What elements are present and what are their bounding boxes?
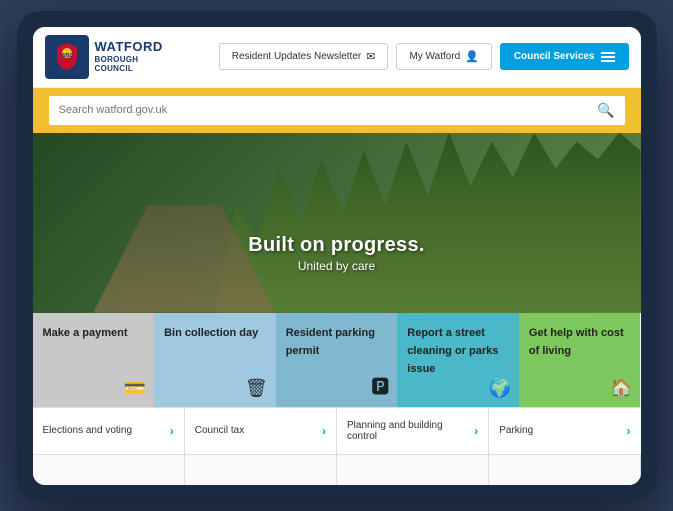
tile-street-label: Report a street cleaning or parks issue: [407, 327, 498, 375]
tile-bin[interactable]: Bin collection day 🗑: [154, 313, 276, 407]
tile-bin-label: Bin collection day: [164, 327, 258, 339]
logo-borough: BOROUGHCOUNCIL: [95, 55, 163, 74]
hero-subtitle: United by care: [248, 259, 425, 273]
search-icon[interactable]: 🔍: [597, 102, 614, 119]
tile-payment[interactable]: Make a payment 💳: [33, 313, 155, 407]
cost-icon: 🏠: [610, 378, 632, 399]
link-council-tax[interactable]: Council tax ›: [185, 408, 337, 454]
hero-background: [33, 133, 641, 313]
link-parking[interactable]: Parking ›: [489, 408, 640, 454]
planning-chevron-icon: ›: [474, 424, 478, 438]
newsletter-button[interactable]: Resident Updates Newsletter ✉: [219, 43, 389, 70]
my-watford-label: My Watford: [409, 51, 460, 62]
planning-label: Planning and building control: [347, 420, 474, 442]
bottom-link-2a: [33, 455, 185, 485]
newsletter-label: Resident Updates Newsletter: [232, 51, 362, 62]
screen: WBC WATFORD BOROUGHCOUNCIL Resident Upda…: [33, 27, 641, 485]
street-icon: 🌍: [488, 378, 510, 399]
bottom-links-2: [33, 454, 641, 485]
tile-cost-label: Get help with cost of living: [529, 327, 624, 357]
bin-icon: 🗑: [245, 378, 268, 399]
device-frame: WBC WATFORD BOROUGHCOUNCIL Resident Upda…: [17, 11, 657, 501]
hero-title: Built on progress.: [248, 234, 425, 257]
bottom-link-2c: [337, 455, 489, 485]
hero-overlay: [33, 133, 641, 313]
parking-icon: 🅿: [371, 373, 389, 399]
search-input-wrap: 🔍: [49, 96, 625, 125]
council-tax-chevron-icon: ›: [322, 424, 326, 438]
tiles-row: Make a payment 💳 Bin collection day 🗑 Re…: [33, 313, 641, 407]
hero-section: Built on progress. United by care: [33, 133, 641, 313]
header: WBC WATFORD BOROUGHCOUNCIL Resident Upda…: [33, 27, 641, 88]
bottom-links: Elections and voting › Council tax › Pla…: [33, 407, 641, 454]
council-services-label: Council Services: [514, 51, 595, 62]
logo-text: WATFORD BOROUGHCOUNCIL: [95, 39, 163, 74]
bottom-link-2d: [489, 455, 641, 485]
tile-cost[interactable]: Get help with cost of living 🏠: [519, 313, 641, 407]
email-icon: ✉: [366, 50, 375, 63]
elections-chevron-icon: ›: [170, 424, 174, 438]
my-watford-button[interactable]: My Watford 👤: [396, 43, 491, 70]
hamburger-icon: [601, 52, 615, 62]
tile-street[interactable]: Report a street cleaning or parks issue …: [397, 313, 519, 407]
council-services-button[interactable]: Council Services: [500, 43, 629, 70]
search-input[interactable]: [59, 104, 598, 116]
tile-parking-label: Resident parking permit: [286, 327, 375, 357]
parking-chevron-icon: ›: [627, 424, 631, 438]
logo-watford: WATFORD: [95, 39, 163, 55]
bottom-link-2b: [185, 455, 337, 485]
link-elections[interactable]: Elections and voting ›: [33, 408, 185, 454]
tile-payment-label: Make a payment: [43, 327, 128, 339]
payment-icon: 💳: [124, 378, 146, 399]
header-nav: Resident Updates Newsletter ✉ My Watford…: [219, 43, 629, 70]
link-planning[interactable]: Planning and building control ›: [337, 408, 489, 454]
hero-text: Built on progress. United by care: [248, 234, 425, 273]
tile-parking[interactable]: Resident parking permit 🅿: [276, 313, 398, 407]
user-icon: 👤: [465, 50, 479, 63]
search-bar: 🔍: [33, 88, 641, 133]
svg-text:WBC: WBC: [61, 53, 73, 59]
council-tax-label: Council tax: [195, 425, 244, 436]
parking-label: Parking: [499, 425, 533, 436]
logo-shield-icon: WBC: [53, 40, 81, 74]
logo-area: WBC WATFORD BOROUGHCOUNCIL: [45, 35, 163, 79]
elections-label: Elections and voting: [43, 425, 133, 436]
logo-badge: WBC: [45, 35, 89, 79]
